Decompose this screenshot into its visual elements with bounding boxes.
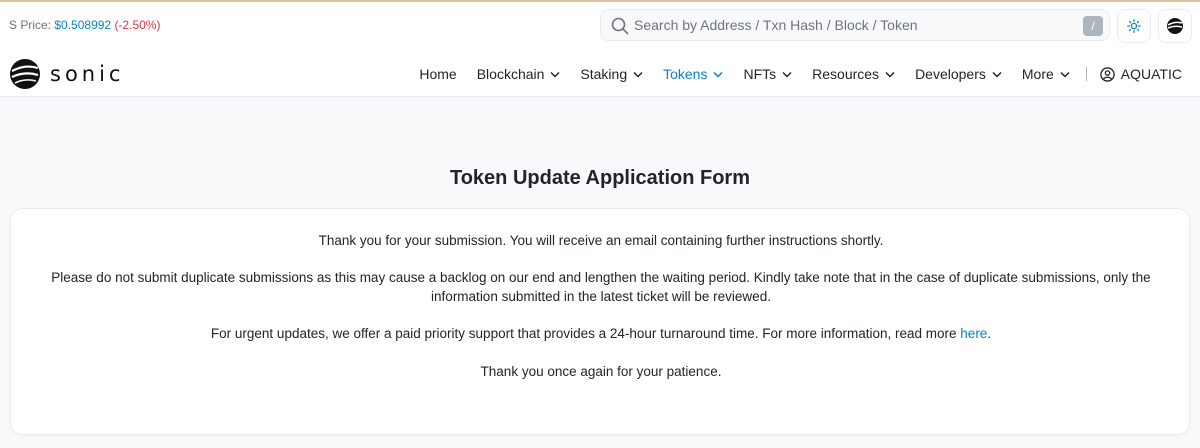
nav-resources[interactable]: Resources (802, 66, 905, 82)
priority-support-message: For urgent updates, we offer a paid prio… (210, 326, 992, 341)
brand-logo[interactable]: sonic (9, 57, 124, 91)
confirmation-message: Thank you for your submission. You will … (318, 233, 884, 248)
sonic-logo-icon (10, 59, 40, 89)
search-bar[interactable]: / (600, 9, 1110, 41)
nav-blockchain[interactable]: Blockchain (467, 66, 571, 82)
nav-tokens[interactable]: Tokens (653, 66, 733, 82)
nav-home[interactable]: Home (409, 66, 466, 82)
chevron-down-icon (550, 71, 560, 78)
nav-developers[interactable]: Developers (905, 66, 1012, 82)
nav-user-account[interactable]: AQUATIC (1090, 66, 1182, 82)
duplicate-warning-message: Please do not submit duplicate submissio… (51, 270, 1151, 304)
nav-staking[interactable]: Staking (570, 66, 653, 82)
search-input[interactable] (634, 10, 1074, 40)
user-circle-icon (1100, 66, 1115, 82)
chevron-down-icon (713, 71, 723, 78)
sun-icon (1127, 19, 1141, 33)
chevron-down-icon (633, 71, 643, 78)
price-change: (-2.50%) (114, 18, 161, 32)
page-title: Token Update Application Form (449, 167, 750, 189)
confirmation-card: Thank you for your submission. You will … (10, 208, 1190, 435)
theme-toggle-button[interactable] (1117, 9, 1151, 43)
nav-divider (1085, 67, 1087, 81)
chevron-down-icon (782, 71, 792, 78)
price-value[interactable]: $0.508992 (54, 18, 111, 32)
thank-you-message: Thank you once again for your patience. (480, 364, 722, 379)
site-header: S Price: $0.508992 (-2.50%) / (0, 2, 1200, 97)
brand-name: sonic (50, 62, 125, 86)
price-ticker: S Price: $0.508992 (-2.50%) (9, 18, 160, 32)
chevron-down-icon (885, 71, 895, 78)
search-shortcut-badge: / (1083, 16, 1103, 36)
chevron-down-icon (992, 71, 1002, 78)
nav-nfts[interactable]: NFTs (733, 66, 802, 82)
sonic-network-icon (1167, 18, 1183, 34)
chevron-down-icon (1060, 71, 1070, 78)
search-icon (611, 17, 629, 35)
network-button[interactable] (1158, 9, 1192, 43)
main-nav: Home Blockchain Staking Tokens NFTs Reso… (409, 60, 1182, 88)
price-label: S Price: (9, 18, 55, 32)
priority-support-link[interactable]: here (960, 326, 987, 341)
nav-more[interactable]: More (1012, 66, 1080, 82)
